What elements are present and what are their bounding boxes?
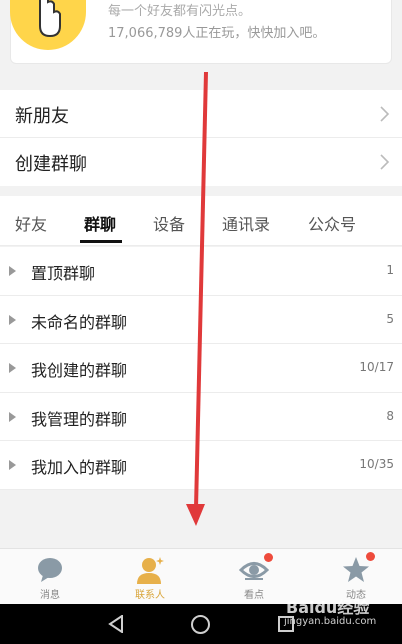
group-category-name: 未命名的群聊 <box>31 312 128 332</box>
notification-dot <box>264 553 273 562</box>
tab-groups[interactable]: 群聊 <box>84 211 116 235</box>
nav-messages-label: 消息 <box>40 590 60 601</box>
promo-player-count: 17,066,789人正在玩，快快加入吧。 <box>108 26 326 41</box>
group-category-count: 1 <box>386 263 394 277</box>
expand-triangle-icon <box>9 363 16 373</box>
home-circle-icon[interactable] <box>191 615 210 634</box>
watermark-brand: Baidu经验 <box>286 598 370 617</box>
tab-address-book[interactable]: 通讯录 <box>222 211 270 235</box>
promo-tagline: 每一个好友都有闪光点。 <box>108 4 252 19</box>
promo-section: 每一个好友都有闪光点。 17,066,789人正在玩，快快加入吧。 <box>0 0 402 88</box>
tab-official-accounts[interactable]: 公众号 <box>308 211 356 235</box>
nav-contacts-label: 联系人 <box>135 590 165 601</box>
active-tab-indicator <box>80 240 122 243</box>
expand-triangle-icon <box>9 411 16 422</box>
group-category-row[interactable]: 未命名的群聊 5 <box>0 296 402 344</box>
chevron-right-icon <box>380 154 390 170</box>
tab-devices[interactable]: 设备 <box>153 211 185 235</box>
group-list: 置顶群聊 1 未命名的群聊 5 我创建的群聊 10/17 我管理的群聊 8 我加… <box>0 247 402 490</box>
back-triangle-icon[interactable] <box>108 615 124 633</box>
chevron-right-icon <box>380 106 390 122</box>
new-friends-row[interactable]: 新朋友 <box>0 90 402 138</box>
group-category-row[interactable]: 置顶群聊 1 <box>0 247 402 296</box>
group-category-count: 10/35 <box>359 457 394 471</box>
expand-triangle-icon <box>9 314 16 325</box>
group-category-name: 我创建的群聊 <box>31 361 128 380</box>
contacts-tabs: 好友 群聊 设备 通讯录 公众号 <box>0 196 402 246</box>
group-category-row[interactable]: 我管理的群聊 8 <box>0 393 402 441</box>
create-group-row[interactable]: 创建群聊 <box>0 138 402 186</box>
group-category-name: 置顶群聊 <box>31 264 96 283</box>
contacts-person-icon <box>137 557 164 584</box>
expand-triangle-icon <box>9 460 16 470</box>
group-category-name: 我加入的群聊 <box>31 458 128 477</box>
message-bubble-icon <box>38 558 62 582</box>
new-friends-label: 新朋友 <box>15 106 69 127</box>
expand-triangle-icon <box>9 266 16 276</box>
group-category-row[interactable]: 我加入的群聊 10/35 <box>0 441 402 490</box>
group-category-count: 8 <box>386 408 394 423</box>
create-group-label: 创建群聊 <box>15 154 87 175</box>
nav-messages[interactable]: 消息 <box>0 549 100 605</box>
group-category-count: 5 <box>386 311 394 326</box>
tab-friends[interactable]: 好友 <box>15 211 47 235</box>
nav-contacts[interactable]: 联系人 <box>100 549 200 605</box>
notification-dot <box>366 552 375 561</box>
contacts-menu: 新朋友 创建群聊 <box>0 90 402 186</box>
group-category-count: 10/17 <box>359 360 394 374</box>
group-category-name: 我管理的群聊 <box>31 409 128 429</box>
watermark-url: jingyan.baidu.com <box>284 616 377 627</box>
group-category-row[interactable]: 我创建的群聊 10/17 <box>0 344 402 393</box>
